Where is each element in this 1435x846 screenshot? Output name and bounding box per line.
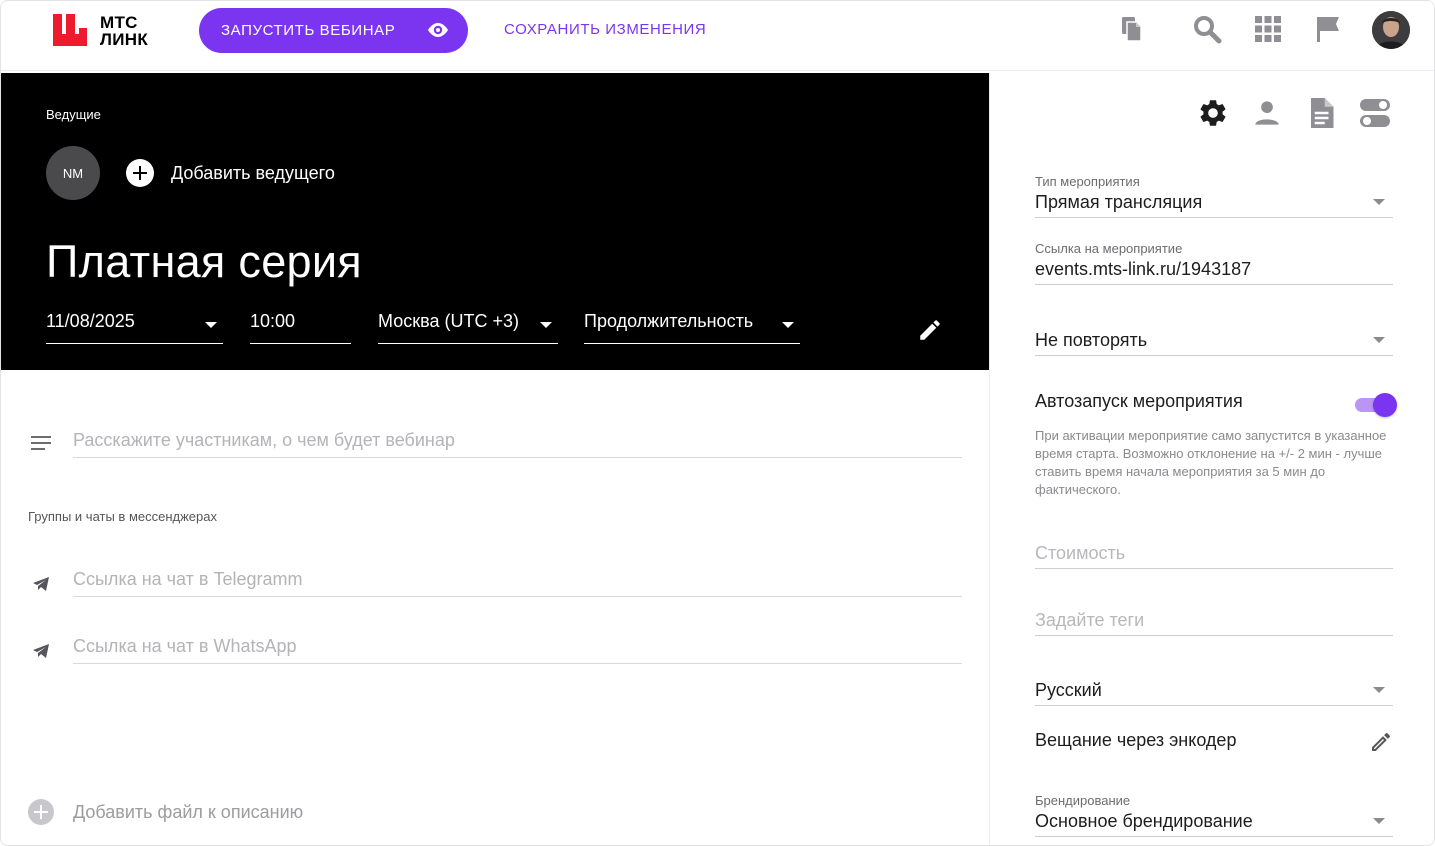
duration-value: Продолжительность: [584, 311, 754, 331]
autostart-section: Автозапуск мероприятия При активации мер…: [1035, 391, 1397, 499]
branding-value: Основное брендирование: [1035, 811, 1393, 837]
event-hero: Ведущие NM Добавить ведущего Платная сер…: [1, 73, 989, 370]
timezone-select[interactable]: Москва (UTC +3): [378, 311, 558, 344]
launch-webinar-label: ЗАПУСТИТЬ ВЕБИНАР: [221, 22, 396, 39]
eye-icon: [428, 23, 448, 37]
settings-panel: Тип мероприятия Прямая трансляция Ссылка…: [989, 73, 1434, 845]
messenger-groups-label: Группы и чаты в мессенджерах: [28, 509, 217, 524]
add-file-button[interactable]: Добавить файл к описанию: [28, 799, 303, 825]
chevron-down-icon: [1373, 199, 1385, 205]
chevron-down-icon: [1373, 687, 1385, 693]
launch-webinar-button[interactable]: ЗАПУСТИТЬ ВЕБИНАР: [199, 8, 468, 53]
repeat-select[interactable]: Не повторять: [1035, 327, 1393, 356]
duration-select[interactable]: Продолжительность: [584, 311, 800, 344]
logo-text: МТС ЛИНК: [100, 14, 148, 48]
add-file-label: Добавить файл к описанию: [73, 801, 304, 822]
event-type-select[interactable]: Тип мероприятия Прямая трансляция: [1035, 174, 1393, 218]
event-link-label: Ссылка на мероприятие: [1035, 241, 1183, 256]
chevron-down-icon: [1373, 818, 1385, 824]
branding-select[interactable]: Брендирование Основное брендирование: [1035, 793, 1393, 837]
hosts-label: Ведущие: [46, 107, 101, 122]
user-avatar[interactable]: [1372, 11, 1410, 49]
logo-line1: МТС: [100, 13, 138, 32]
telegram-icon: [33, 577, 49, 591]
time-input[interactable]: 10:00: [250, 311, 351, 344]
chevron-down-icon: [205, 322, 217, 328]
language-select[interactable]: Русский: [1035, 677, 1393, 706]
edit-pencil-icon[interactable]: [1369, 730, 1393, 754]
tags-placeholder: Задайте теги: [1035, 610, 1393, 636]
branding-label: Брендирование: [1035, 793, 1131, 808]
chevron-down-icon: [540, 322, 552, 328]
person-icon[interactable]: [1249, 95, 1285, 131]
language-value: Русский: [1035, 680, 1393, 706]
event-title[interactable]: Платная серия: [46, 236, 362, 288]
autostart-toggle[interactable]: [1355, 393, 1397, 417]
chevron-down-icon: [1373, 337, 1385, 343]
flag-icon[interactable]: [1312, 13, 1344, 45]
date-select[interactable]: 11/08/2025: [46, 311, 223, 344]
telegram-row: Ссылка на чат в Telegramm: [29, 565, 962, 597]
telegram-icon: [33, 644, 49, 658]
encoder-row: Вещание через энкодер: [1035, 730, 1393, 760]
top-bar: МТС ЛИНК ЗАПУСТИТЬ ВЕБИНАР СОХРАНИТЬ ИЗМ…: [1, 1, 1434, 71]
telegram-link-input[interactable]: Ссылка на чат в Telegramm: [73, 565, 962, 597]
encoder-label: Вещание через энкодер: [1035, 730, 1237, 750]
toggle-knob: [1373, 393, 1397, 417]
autostart-label: Автозапуск мероприятия: [1035, 391, 1243, 411]
event-link-value: events.mts-link.ru/1943187: [1035, 259, 1393, 285]
whatsapp-link-input[interactable]: Ссылка на чат в WhatsApp: [73, 632, 962, 664]
autostart-help-text: При активации мероприятие само запуститс…: [1035, 428, 1387, 497]
logo-mark-icon: [53, 14, 87, 46]
text-lines-icon: [31, 436, 51, 450]
description-input[interactable]: Расскажите участникам, о чем будет вебин…: [73, 426, 962, 458]
logo-line2: ЛИНК: [100, 30, 148, 49]
edit-pencil-icon[interactable]: [917, 317, 943, 343]
plus-circle-icon: [28, 799, 54, 825]
tags-input[interactable]: Задайте теги: [1035, 610, 1393, 636]
price-placeholder: Стоимость: [1035, 543, 1393, 569]
plus-circle-icon: [126, 159, 154, 187]
timezone-value: Москва (UTC +3): [378, 311, 519, 331]
time-value: 10:00: [250, 311, 296, 331]
price-input[interactable]: Стоимость: [1035, 543, 1393, 569]
event-type-value: Прямая трансляция: [1035, 192, 1393, 218]
add-host-button[interactable]: Добавить ведущего: [126, 159, 335, 187]
chevron-down-icon: [782, 322, 794, 328]
whatsapp-row: Ссылка на чат в WhatsApp: [29, 632, 962, 664]
event-type-label: Тип мероприятия: [1035, 174, 1140, 189]
add-host-label: Добавить ведущего: [171, 162, 335, 183]
repeat-value: Не повторять: [1035, 330, 1393, 356]
event-link-field[interactable]: Ссылка на мероприятие events.mts-link.ru…: [1035, 241, 1393, 285]
date-value: 11/08/2025: [46, 311, 135, 331]
save-changes-button[interactable]: СОХРАНИТЬ ИЗМЕНЕНИЯ: [504, 21, 706, 38]
document-icon[interactable]: [1303, 95, 1339, 131]
host-avatar[interactable]: NM: [46, 146, 100, 200]
description-row: Расскажите участникам, о чем будет вебин…: [29, 426, 962, 458]
mts-link-logo[interactable]: МТС ЛИНК: [53, 14, 173, 50]
app-window: МТС ЛИНК ЗАПУСТИТЬ ВЕБИНАР СОХРАНИТЬ ИЗМ…: [0, 0, 1435, 846]
toggles-icon[interactable]: [1357, 95, 1393, 131]
apps-grid-icon[interactable]: [1252, 13, 1284, 45]
settings-gear-icon[interactable]: [1195, 95, 1231, 131]
copy-icon[interactable]: [1116, 13, 1148, 45]
search-icon[interactable]: [1191, 13, 1223, 45]
